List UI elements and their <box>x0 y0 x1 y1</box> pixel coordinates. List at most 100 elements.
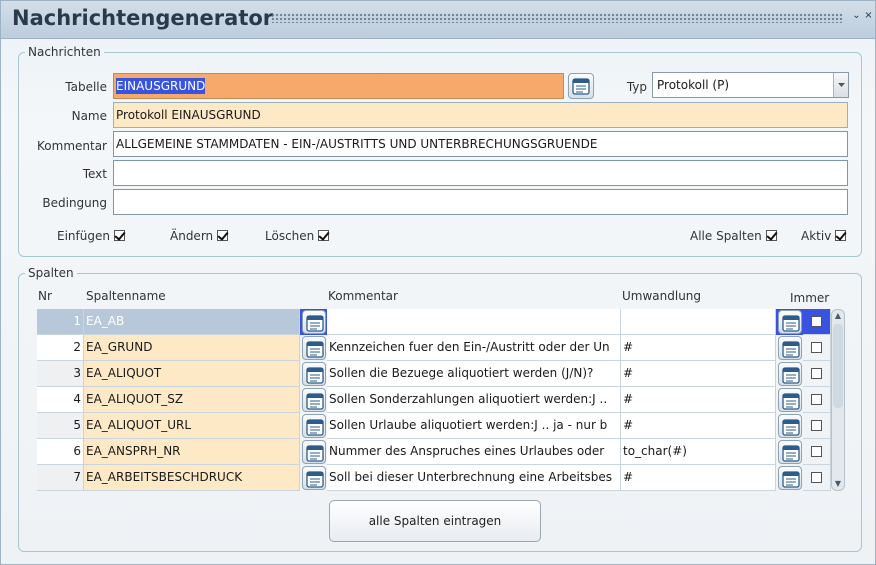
row-spaltenname[interactable]: EA_ANSPRH_NR <box>84 439 300 465</box>
immer-checkbox[interactable] <box>811 472 822 483</box>
row-kommentar[interactable]: Sollen Urlaube aliquotiert werden:J .. j… <box>327 413 621 439</box>
col-header-nr: Nr <box>38 289 52 303</box>
calendar-icon <box>782 367 800 384</box>
kommentar-lookup-button[interactable] <box>302 310 326 334</box>
umwandlung-lookup-button[interactable] <box>778 310 802 334</box>
einfuegen-checkbox[interactable]: Einfügen <box>57 229 125 243</box>
row-immer <box>803 361 831 387</box>
row-umwandlung[interactable]: to_char(#) <box>621 439 776 465</box>
typ-dropdown-button[interactable] <box>833 73 848 97</box>
row-umwandlung[interactable]: # <box>621 361 776 387</box>
row-kommentar[interactable]: Kennzeichen fuer den Ein-/Austritt oder … <box>327 335 621 361</box>
scroll-down-icon[interactable]: ▼ <box>833 479 843 489</box>
calendar-icon <box>782 393 800 410</box>
loeschen-check[interactable] <box>318 230 330 241</box>
close-icon[interactable]: × <box>863 11 874 22</box>
spalten-grid[interactable]: 1 EA_AB Ab-Monat fuer Gueltigkeiten (Forma… <box>37 309 831 491</box>
calendar-icon <box>782 341 800 358</box>
nachrichten-legend: Nachrichten <box>28 45 101 59</box>
row-kommentar[interactable]: Ab-Monat fuer Gueltigkeiten (Format: MM.… <box>327 309 621 335</box>
immer-checkbox[interactable] <box>811 394 822 405</box>
typ-select[interactable]: Protokoll (P) <box>652 72 849 98</box>
row-immer <box>803 439 831 465</box>
name-label: Name <box>71 109 107 123</box>
aktiv-check[interactable] <box>835 230 847 241</box>
aendern-checkbox[interactable]: Ändern <box>170 229 229 243</box>
umwandlung-lookup-button[interactable] <box>778 362 802 386</box>
scrollbar-thumb[interactable] <box>833 324 843 408</box>
alle-spalten-check[interactable] <box>765 230 777 241</box>
row-umwandlung[interactable]: to_char(#,"DD.MM.YYYY <box>621 309 776 335</box>
text-field[interactable] <box>113 160 848 186</box>
table-row[interactable]: 5 EA_ALIQUOT_URL Sollen Urlaube aliquotier… <box>37 413 831 439</box>
loeschen-checkbox[interactable]: Löschen <box>265 229 330 243</box>
row-kommentar[interactable]: Nummer des Anspruches eines Urlaubes ode… <box>327 439 621 465</box>
calendar-icon <box>306 419 324 436</box>
aktiv-checkbox[interactable]: Aktiv <box>801 229 847 243</box>
nachrichtengenerator-window: Nachrichtengenerator ⌄ × Nachrichten Tab… <box>0 0 876 565</box>
umwandlung-lookup-button[interactable] <box>778 414 802 438</box>
calendar-icon <box>782 419 800 436</box>
table-row[interactable]: 2 EA_GRUND Kennzeichen fuer den Ein-/Austr… <box>37 335 831 361</box>
table-row[interactable]: 4 EA_ALIQUOT_SZ Sollen Sonderzahlungen ali… <box>37 387 831 413</box>
tabelle-lookup-button[interactable] <box>568 73 594 99</box>
row-spaltenname[interactable]: EA_ALIQUOT_SZ <box>84 387 300 413</box>
kommentar-field[interactable]: ALLGEMEINE STAMMDATEN - EIN-/AUSTRITTS U… <box>113 131 848 157</box>
aktiv-label: Aktiv <box>801 229 832 243</box>
kommentar-lookup-button[interactable] <box>302 362 326 386</box>
table-row[interactable]: 7 EA_ARBEITSBESCHDRUCK Soll bei dieser Unt… <box>37 465 831 491</box>
col-header-spaltenname: Spaltenname <box>86 289 166 303</box>
scroll-up-icon[interactable]: ▲ <box>833 311 843 321</box>
row-immer <box>803 309 831 335</box>
table-row[interactable]: 6 EA_ANSPRH_NR Nummer des Anspruches eines… <box>37 439 831 465</box>
tabelle-field[interactable]: EINAUSGRUND <box>113 73 564 99</box>
row-umwandlung[interactable]: # <box>621 413 776 439</box>
table-row[interactable]: 1 EA_AB Ab-Monat fuer Gueltigkeiten (Forma… <box>37 309 831 335</box>
kommentar-lookup-button[interactable] <box>302 388 326 412</box>
row-spaltenname[interactable]: EA_ALIQUOT <box>84 361 300 387</box>
minimize-icon[interactable]: ⌄ <box>851 11 862 22</box>
row-kommentar[interactable]: Sollen Sonderzahlungen aliquotiert werde… <box>327 387 621 413</box>
row-nr: 5 <box>37 413 84 439</box>
bedingung-field[interactable] <box>113 189 848 215</box>
title-bar[interactable]: Nachrichtengenerator ⌄ × <box>1 1 875 39</box>
calendar-icon <box>306 315 324 332</box>
row-kommentar[interactable]: Sollen die Bezuege aliquotiert werden (J… <box>327 361 621 387</box>
row-spaltenname[interactable]: EA_ARBEITSBESCHDRUCK <box>84 465 300 491</box>
grid-scrollbar[interactable]: ▲ ▼ <box>831 309 845 491</box>
kommentar-lookup-button[interactable] <box>302 440 326 464</box>
immer-checkbox[interactable] <box>811 420 822 431</box>
chevron-down-icon <box>838 83 845 87</box>
immer-checkbox[interactable] <box>811 316 822 327</box>
aendern-check[interactable] <box>217 230 229 241</box>
row-spaltenname[interactable]: EA_ALIQUOT_URL <box>84 413 300 439</box>
typ-label: Typ <box>626 80 647 94</box>
kommentar-lookup-button[interactable] <box>302 336 326 360</box>
umwandlung-lookup-button[interactable] <box>778 466 802 490</box>
row-umwandlung[interactable]: # <box>621 335 776 361</box>
einfuegen-check[interactable] <box>113 230 125 241</box>
row-kommentar[interactable]: Soll bei dieser Unterbrechnung eine Arbe… <box>327 465 621 491</box>
row-immer <box>803 413 831 439</box>
immer-checkbox[interactable] <box>811 342 822 353</box>
loeschen-label: Löschen <box>265 229 315 243</box>
row-immer <box>803 387 831 413</box>
alle-spalten-eintragen-button[interactable]: alle Spalten eintragen <box>329 500 541 542</box>
name-field[interactable]: Protokoll EINAUSGRUND <box>113 102 848 128</box>
row-umwandlung[interactable]: # <box>621 387 776 413</box>
row-spaltenname[interactable]: EA_GRUND <box>84 335 300 361</box>
calendar-icon <box>306 341 324 358</box>
umwandlung-lookup-button[interactable] <box>778 440 802 464</box>
alle-spalten-checkbox[interactable]: Alle Spalten <box>690 229 777 243</box>
row-spaltenname[interactable]: EA_AB <box>84 309 300 335</box>
immer-checkbox[interactable] <box>811 446 822 457</box>
umwandlung-lookup-button[interactable] <box>778 336 802 360</box>
title-grip[interactable] <box>271 13 843 23</box>
table-row[interactable]: 3 EA_ALIQUOT Sollen die Bezuege aliquotier… <box>37 361 831 387</box>
immer-checkbox[interactable] <box>811 368 822 379</box>
row-umwandlung[interactable]: # <box>621 465 776 491</box>
kommentar-lookup-button[interactable] <box>302 466 326 490</box>
umwandlung-lookup-button[interactable] <box>778 388 802 412</box>
calendar-icon <box>306 471 324 488</box>
kommentar-lookup-button[interactable] <box>302 414 326 438</box>
